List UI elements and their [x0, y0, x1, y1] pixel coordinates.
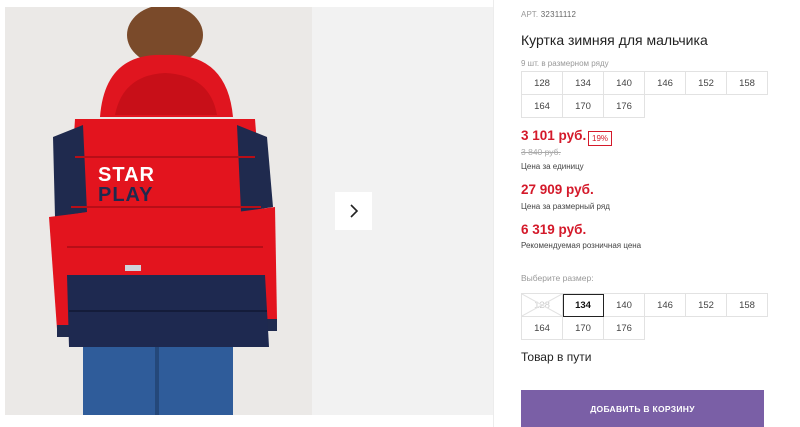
size-option[interactable]: 164: [522, 317, 563, 340]
article-label: АРТ.: [521, 10, 539, 19]
print-line2: PLAY: [98, 184, 154, 206]
unit-price: 3 101 руб.: [521, 128, 587, 143]
product-gallery: STAR PLAY: [0, 0, 493, 427]
print-line1: STAR: [98, 164, 155, 186]
pack-size-grid: 128 134 140 146 152 158 164 170 176: [521, 71, 768, 118]
size-option[interactable]: 176: [604, 317, 645, 340]
retail-price-caption: Рекомендуемая розничная цена: [521, 241, 642, 250]
column-divider: [493, 0, 494, 427]
article-number: АРТ. 32311112: [521, 10, 576, 19]
article-value: 32311112: [540, 10, 577, 19]
chevron-right-icon: [349, 204, 358, 218]
unit-price-caption: Цена за единицу: [521, 162, 584, 171]
product-photo[interactable]: STAR PLAY: [5, 7, 312, 415]
availability-status: Товар в пути: [521, 350, 592, 364]
pack-size-cell: 152: [686, 72, 727, 95]
discount-badge: 19%: [588, 131, 613, 146]
size-selector: 128 134 140 146 152 158 164 170 176: [521, 293, 768, 340]
jacket-illustration: STAR PLAY: [5, 7, 312, 415]
pack-size-cell: 134: [563, 72, 604, 95]
pack-size-cell: 164: [522, 95, 563, 118]
pack-size-cell: 176: [604, 95, 645, 118]
size-option[interactable]: 170: [563, 317, 604, 340]
size-option[interactable]: 152: [686, 294, 727, 317]
row-price: 27 909 руб.: [521, 182, 594, 197]
add-to-cart-button[interactable]: ДОБАВИТЬ В КОРЗИНУ: [521, 390, 764, 427]
pack-size-cell: 128: [522, 72, 563, 95]
select-size-label: Выберите размер:: [521, 273, 594, 283]
pack-size-cell: 140: [604, 72, 645, 95]
size-option[interactable]: 146: [645, 294, 686, 317]
pack-size-cell: 170: [563, 95, 604, 118]
size-option[interactable]: 158: [727, 294, 768, 317]
pack-size-cell: 158: [727, 72, 768, 95]
product-title: Куртка зимняя для мальчика: [521, 32, 708, 48]
next-image-button[interactable]: [335, 192, 372, 230]
pack-size-cell: 146: [645, 72, 686, 95]
size-option-selected[interactable]: 134: [563, 294, 604, 317]
row-price-caption: Цена за размерный ряд: [521, 202, 610, 211]
size-option[interactable]: 140: [604, 294, 645, 317]
pack-note: 9 шт. в размерном ряду: [521, 59, 609, 68]
size-option-unavailable: 128: [522, 294, 563, 317]
old-price: 3 840 руб.: [521, 147, 561, 157]
retail-price: 6 319 руб.: [521, 222, 587, 237]
unavailable-cross-icon: [522, 294, 562, 316]
